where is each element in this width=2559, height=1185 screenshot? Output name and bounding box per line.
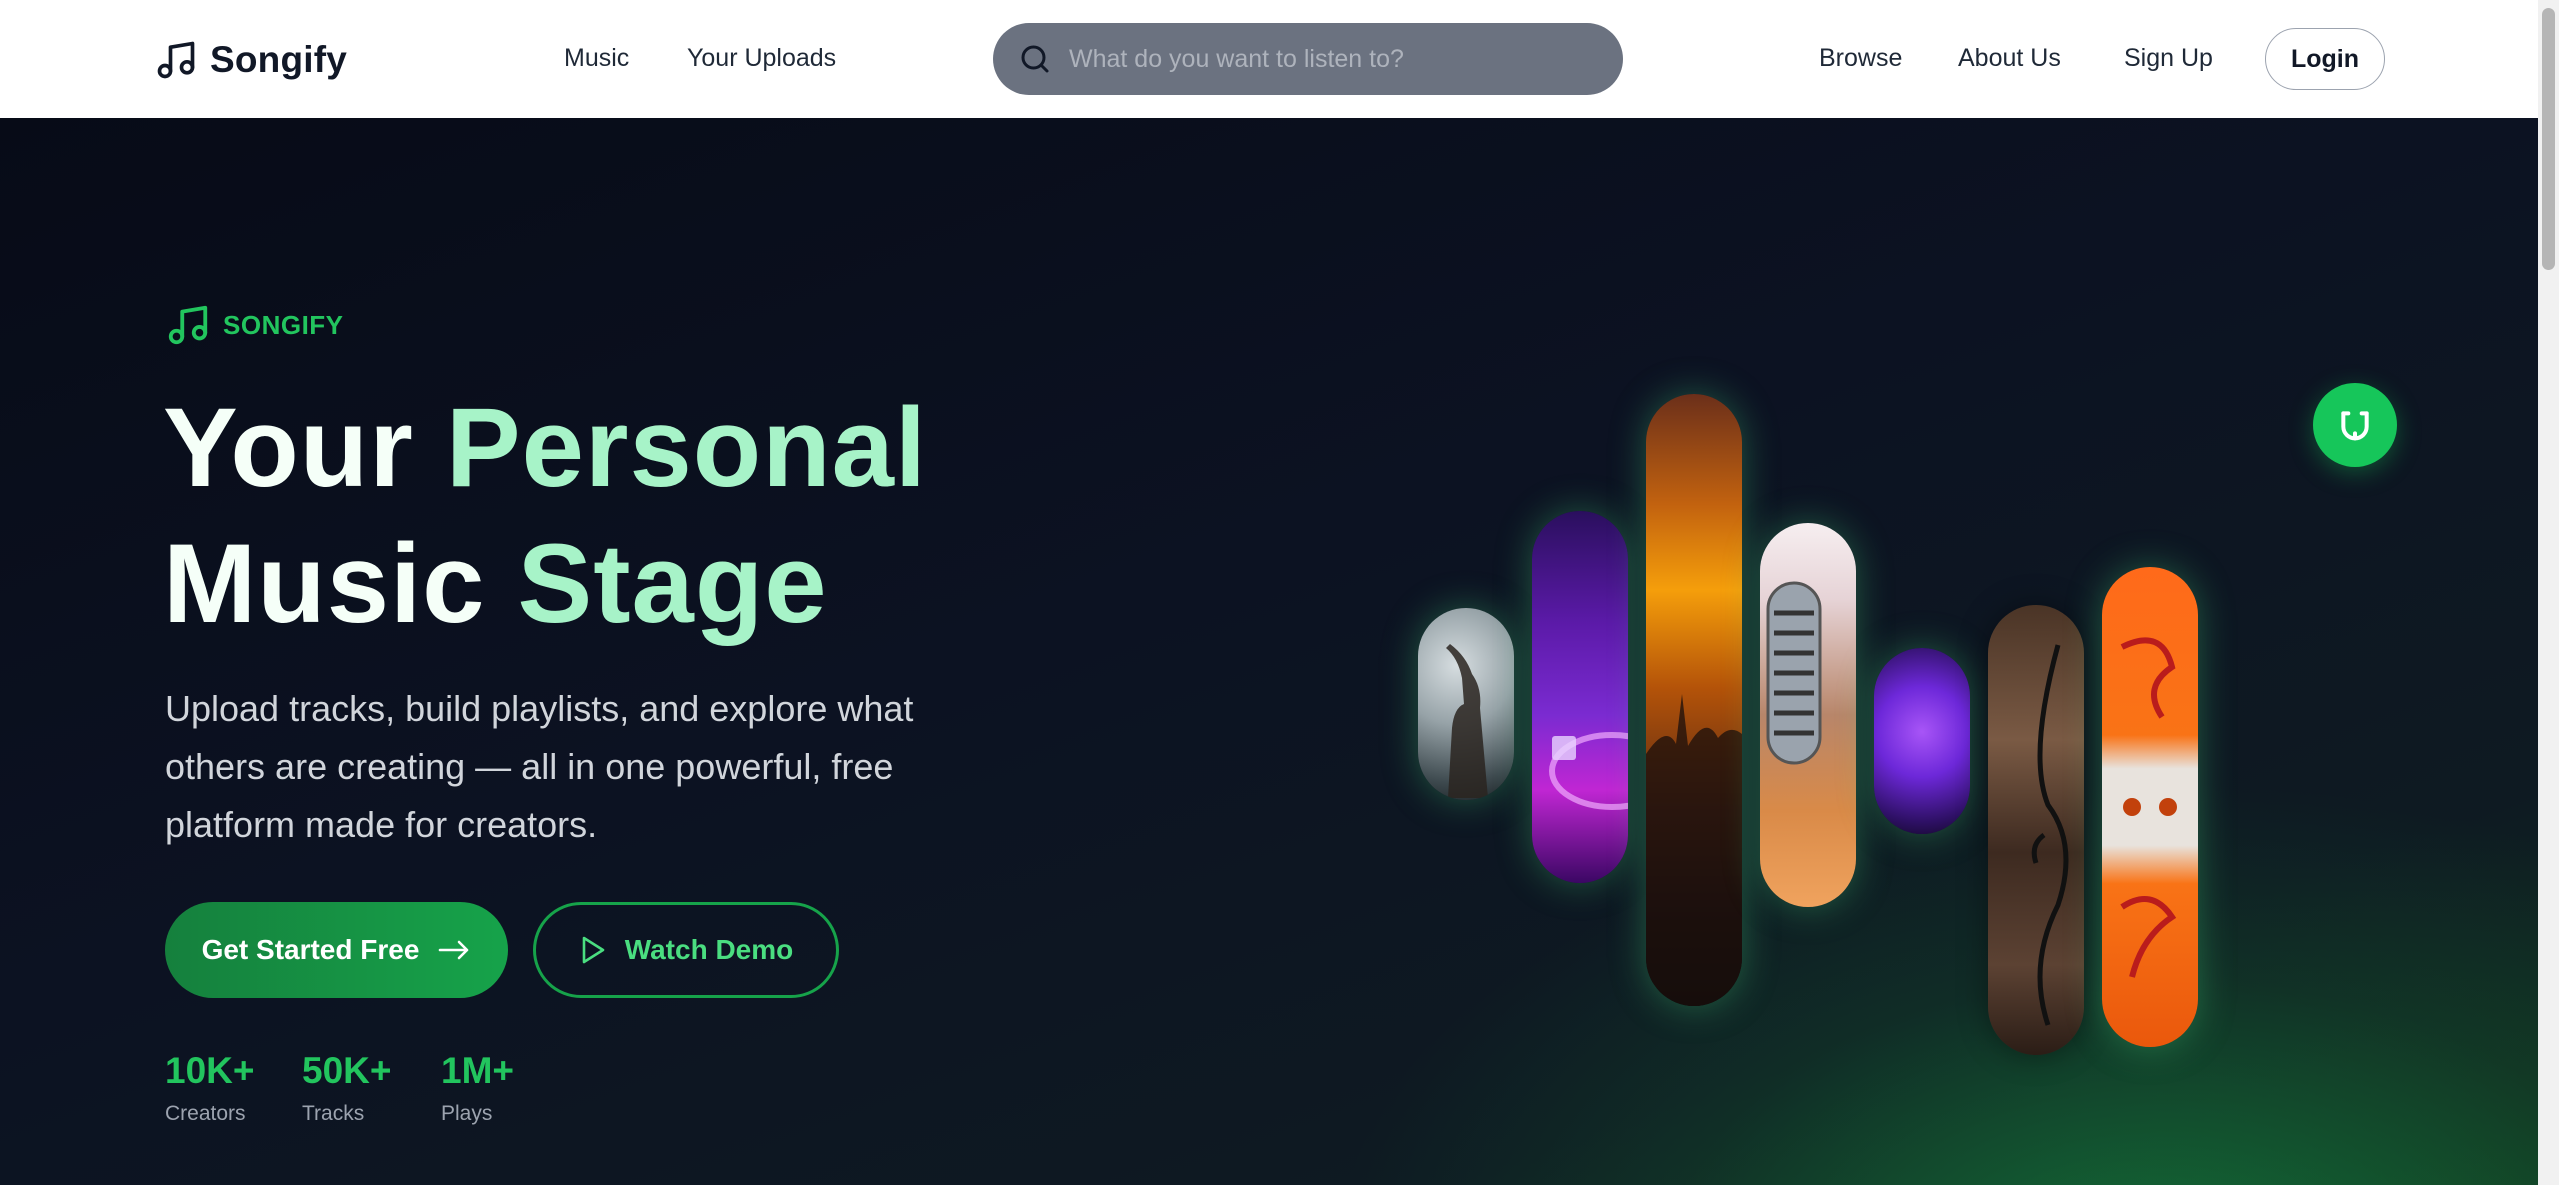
stat-label: Creators [165, 1102, 246, 1125]
headphones-icon [2341, 411, 2369, 441]
guitar-shape [2031, 644, 2069, 1026]
nav-link-sign-up[interactable]: Sign Up [2124, 44, 2213, 73]
microphone-photo [1760, 523, 1856, 907]
search-icon [1021, 45, 1049, 73]
stat-label: Plays [441, 1102, 493, 1125]
stat-label: Tracks [302, 1102, 365, 1125]
nav-link-music[interactable]: Music [564, 44, 629, 73]
arrow-right-icon [439, 940, 469, 960]
headphones-button[interactable] [2313, 383, 2397, 467]
search-bar[interactable] [993, 23, 1623, 95]
cassette-shape [2120, 637, 2177, 978]
crowd-silhouette [1646, 694, 1742, 1006]
title-line1-accent: Personal [445, 385, 928, 510]
get-started-label: Get Started Free [201, 934, 420, 965]
navbar: Songify Music Your Uploads Browse About … [0, 0, 2538, 118]
hero-description: Upload tracks, build playlists, and expl… [165, 688, 914, 845]
nav-link-about-us[interactable]: About Us [1958, 44, 2061, 73]
concert-performer-photo [1418, 608, 1514, 800]
turntable-shapes [1549, 732, 1628, 810]
hero-eyebrow: SONGIFY [165, 302, 344, 348]
scrollbar-thumb[interactable] [2542, 8, 2555, 270]
stat-creators: 10K+ Creators [165, 1050, 254, 1126]
play-icon [582, 936, 605, 964]
stat-tracks: 50K+ Tracks [302, 1050, 391, 1126]
festival-stage-photo [1874, 648, 1970, 834]
hero-section: SONGIFY Your Personal Music Stage Upload… [0, 118, 2538, 1185]
watch-demo-label: Watch Demo [624, 934, 794, 965]
dj-turntable-photo [1532, 511, 1628, 883]
microphone-shape [1766, 581, 1822, 765]
brand-logo[interactable]: Songify [154, 36, 347, 84]
stat-value: 10K+ [165, 1050, 255, 1091]
stat-value: 1M+ [441, 1050, 515, 1091]
performer-silhouette [1446, 644, 1488, 798]
nav-link-your-uploads[interactable]: Your Uploads [687, 44, 836, 73]
nav-link-browse[interactable]: Browse [1819, 44, 1902, 73]
title-line2-white: Music [163, 521, 518, 646]
music-note-icon [157, 41, 195, 79]
music-note-icon [168, 305, 208, 345]
stat-value: 50K+ [302, 1050, 392, 1091]
page-scrollbar[interactable] [2538, 0, 2559, 1185]
stat-plays: 1M+ Plays [441, 1050, 514, 1126]
guitar-photo [1988, 605, 2084, 1055]
watch-demo-button[interactable]: Watch Demo [533, 902, 839, 998]
cassette-tape-photo [2102, 567, 2198, 1047]
login-button[interactable]: Login [2265, 28, 2385, 90]
concert-crowd-photo [1646, 394, 1742, 1006]
brand-name: Songify [210, 39, 348, 80]
title-line2-accent: Stage [517, 521, 828, 646]
get-started-button[interactable]: Get Started Free [165, 902, 508, 998]
hero-title: Your Personal Music Stage [163, 380, 927, 652]
title-line1-white: Your [163, 385, 446, 510]
eyebrow-text: SONGIFY [223, 309, 344, 340]
search-input[interactable] [1069, 44, 1589, 74]
